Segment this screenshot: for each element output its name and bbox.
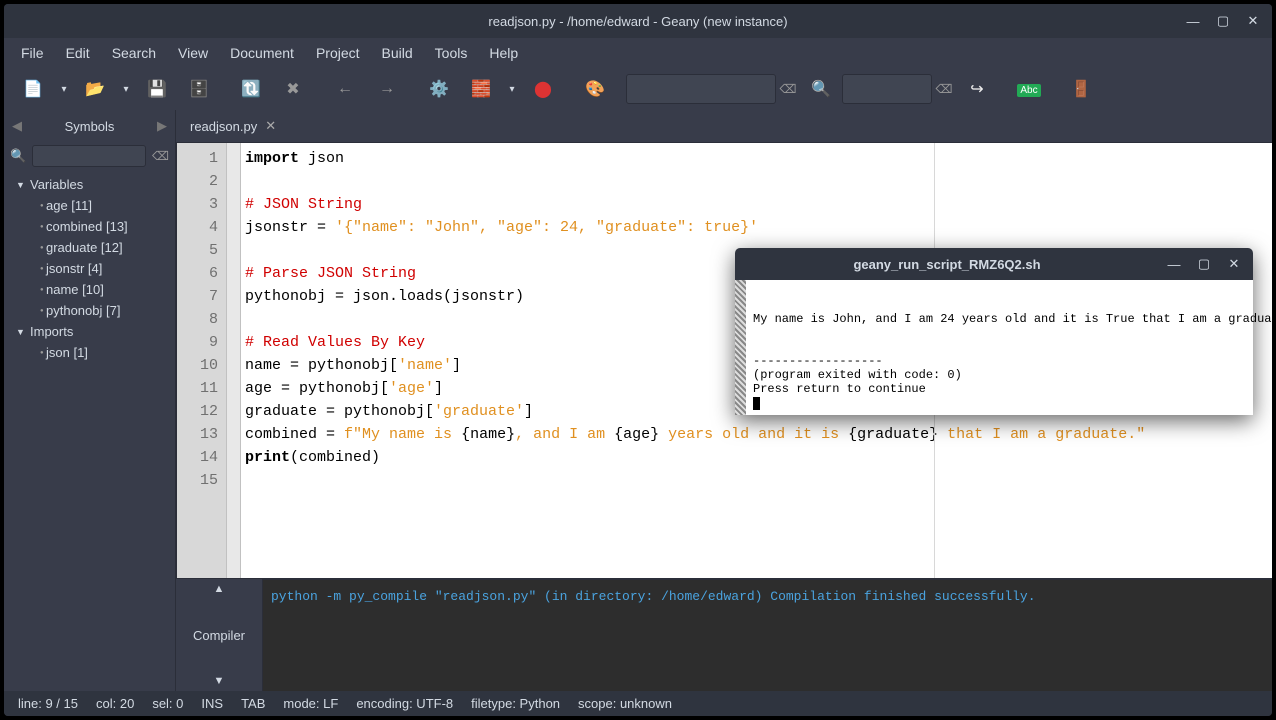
color-chooser-button[interactable] xyxy=(574,71,616,107)
search-icon: 🔍 xyxy=(10,148,26,164)
bullet-icon: ● xyxy=(34,308,42,314)
msg-tab-compiler[interactable]: Compiler xyxy=(176,598,262,673)
menu-help[interactable]: Help xyxy=(478,41,529,65)
tab-label: readjson.py xyxy=(190,119,257,134)
minimize-button[interactable]: — xyxy=(1178,8,1208,34)
sidebar-tabs: ◀ Symbols ▶ xyxy=(4,110,175,142)
compiler-output[interactable]: python -m py_compile "readjson.py" (in d… xyxy=(262,579,1272,691)
msg-prev-icon[interactable]: ▲ xyxy=(176,583,262,595)
tree-item[interactable]: ●combined [13] xyxy=(4,216,175,237)
status-mode: mode: LF xyxy=(283,696,338,711)
statusbar: line: 9 / 15 col: 20 sel: 0 INS TAB mode… xyxy=(4,691,1272,716)
goto-clear-icon[interactable] xyxy=(932,71,956,107)
sidebar-prev-icon[interactable]: ◀ xyxy=(8,118,26,134)
status-tab: TAB xyxy=(241,696,265,711)
chevron-down-icon: ▼ xyxy=(16,327,26,337)
tree-item[interactable]: ●age [11] xyxy=(4,195,175,216)
tree-group-imports[interactable]: ▼Imports xyxy=(4,321,175,342)
sidebar-next-icon[interactable]: ▶ xyxy=(153,118,171,134)
tree-item[interactable]: ●pythonobj [7] xyxy=(4,300,175,321)
menu-tools[interactable]: Tools xyxy=(424,41,479,65)
bullet-icon: ● xyxy=(34,245,42,251)
symbol-filter-clear-icon[interactable] xyxy=(152,147,169,165)
chevron-down-icon: ▼ xyxy=(16,180,26,190)
save-all-button[interactable] xyxy=(178,71,220,107)
terminal-minimize-button[interactable]: — xyxy=(1159,251,1189,277)
status-filetype: filetype: Python xyxy=(471,696,560,711)
menu-document[interactable]: Document xyxy=(219,41,305,65)
menubar: FileEditSearchViewDocumentProjectBuildTo… xyxy=(4,38,1272,68)
terminal-output: My name is John, and I am 24 years old a… xyxy=(753,312,1276,396)
nav-forward-button[interactable] xyxy=(366,71,408,107)
menu-project[interactable]: Project xyxy=(305,41,371,65)
menu-edit[interactable]: Edit xyxy=(55,41,101,65)
fold-margin xyxy=(227,143,241,578)
symbol-filter-input[interactable] xyxy=(32,145,146,167)
tree-item[interactable]: ●name [10] xyxy=(4,279,175,300)
run-button[interactable] xyxy=(522,71,564,107)
tree-item[interactable]: ●jsonstr [4] xyxy=(4,258,175,279)
terminal-close-button[interactable]: ✕ xyxy=(1219,251,1249,277)
status-scope: scope: unknown xyxy=(578,696,672,711)
close-button[interactable]: ✕ xyxy=(1238,8,1268,34)
status-enc: encoding: UTF-8 xyxy=(356,696,453,711)
terminal-cursor xyxy=(753,397,760,410)
sidebar-tab-symbols[interactable]: Symbols xyxy=(26,119,153,134)
spellcheck-button[interactable] xyxy=(1008,71,1050,107)
document-tabs: readjson.py ✕ xyxy=(176,110,1272,142)
bullet-icon: ● xyxy=(34,203,42,209)
search-entry[interactable] xyxy=(626,74,776,104)
bullet-icon: ● xyxy=(34,350,42,356)
titlebar: readjson.py - /home/edward - Geany (new … xyxy=(4,4,1272,38)
open-dropdown[interactable]: ▾ xyxy=(116,71,136,107)
message-panel: ▲ Compiler ▼ python -m py_compile "readj… xyxy=(176,578,1272,691)
find-button[interactable] xyxy=(800,71,842,107)
status-col: col: 20 xyxy=(96,696,134,711)
tab-close-icon[interactable]: ✕ xyxy=(265,118,276,134)
toolbar: ▾ ▾ ▾ xyxy=(4,68,1272,110)
status-ins: INS xyxy=(201,696,223,711)
window-title: readjson.py - /home/edward - Geany (new … xyxy=(4,14,1272,29)
menu-search[interactable]: Search xyxy=(101,41,167,65)
menu-build[interactable]: Build xyxy=(371,41,424,65)
compile-button[interactable] xyxy=(418,71,460,107)
open-button[interactable] xyxy=(74,71,116,107)
tree-group-variables[interactable]: ▼Variables xyxy=(4,174,175,195)
goto-entry[interactable] xyxy=(842,74,932,104)
save-button[interactable] xyxy=(136,71,178,107)
quit-button[interactable] xyxy=(1060,71,1102,107)
tree-item[interactable]: ●graduate [12] xyxy=(4,237,175,258)
symbol-tree: ▼Variables●age [11]●combined [13]●gradua… xyxy=(4,170,175,691)
msg-next-icon[interactable]: ▼ xyxy=(176,675,262,687)
nav-back-button[interactable] xyxy=(324,71,366,107)
new-file-button[interactable] xyxy=(12,71,54,107)
sidebar: ◀ Symbols ▶ 🔍 ▼Variables●age [11]●combin… xyxy=(4,110,176,691)
terminal-titlebar: geany_run_script_RMZ6Q2.sh — ▢ ✕ xyxy=(735,248,1253,280)
build-dropdown[interactable]: ▾ xyxy=(502,71,522,107)
reload-button[interactable] xyxy=(230,71,272,107)
status-sel: sel: 0 xyxy=(152,696,183,711)
build-button[interactable] xyxy=(460,71,502,107)
tree-item[interactable]: ●json [1] xyxy=(4,342,175,363)
maximize-button[interactable]: ▢ xyxy=(1208,8,1238,34)
terminal-window: geany_run_script_RMZ6Q2.sh — ▢ ✕ My name… xyxy=(735,248,1253,415)
tab-readjson[interactable]: readjson.py ✕ xyxy=(180,114,286,138)
new-dropdown[interactable]: ▾ xyxy=(54,71,74,107)
search-clear-icon[interactable] xyxy=(776,71,800,107)
close-file-button[interactable] xyxy=(272,71,314,107)
status-pos: line: 9 / 15 xyxy=(18,696,78,711)
bullet-icon: ● xyxy=(34,287,42,293)
line-gutter: 123456789101112131415 xyxy=(177,143,227,578)
jump-button[interactable] xyxy=(956,71,998,107)
symbol-filter-row: 🔍 xyxy=(4,142,175,170)
terminal-maximize-button[interactable]: ▢ xyxy=(1189,251,1219,277)
terminal-body[interactable]: My name is John, and I am 24 years old a… xyxy=(735,280,1253,415)
menu-view[interactable]: View xyxy=(167,41,219,65)
bullet-icon: ● xyxy=(34,224,42,230)
menu-file[interactable]: File xyxy=(10,41,55,65)
terminal-title: geany_run_script_RMZ6Q2.sh xyxy=(735,257,1159,272)
bullet-icon: ● xyxy=(34,266,42,272)
